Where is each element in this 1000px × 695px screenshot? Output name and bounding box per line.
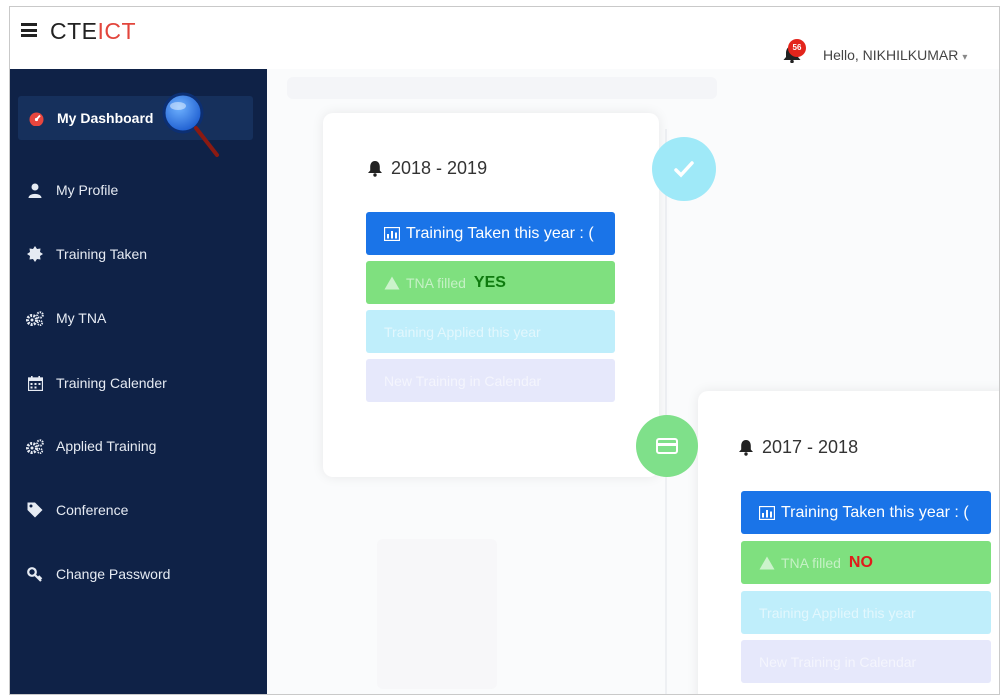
new-training-calendar-label: New Training in Calendar — [384, 372, 542, 389]
faded-background-block — [377, 539, 497, 689]
training-applied-label: Training Applied this year — [384, 323, 541, 340]
notifications-button[interactable]: 56 — [782, 39, 806, 63]
gears-icon — [26, 310, 44, 326]
training-taken-label: Training Taken this year : ( — [781, 503, 969, 521]
warning-icon — [384, 276, 400, 289]
notification-count-badge: 56 — [788, 39, 806, 57]
timeline-line — [665, 129, 667, 694]
sidebar-item-label: Conference — [56, 502, 129, 518]
bell-icon — [739, 440, 753, 456]
training-taken-pill[interactable]: Training Taken this year : ( — [366, 212, 615, 255]
sidebar-item-my-dashboard[interactable]: My Dashboard — [18, 96, 253, 140]
user-greeting: Hello, NIKHILKUMAR — [823, 47, 959, 63]
sidebar-item-conference[interactable]: Conference — [10, 488, 267, 532]
training-applied-pill[interactable]: Training Applied this year — [366, 310, 615, 353]
sidebar-item-label: Training Taken — [56, 246, 148, 262]
top-header: CTEICT 56 Hello, NIKHILKUMAR ▾ — [10, 7, 999, 69]
sidebar-item-label: Applied Training — [56, 438, 157, 454]
bell-icon — [368, 161, 382, 177]
training-taken-label: Training Taken this year : ( — [406, 224, 594, 242]
tna-filled-pill[interactable]: TNA filled YES — [366, 261, 615, 304]
key-icon — [26, 566, 44, 582]
new-training-calendar-pill[interactable]: New Training in Calendar — [366, 359, 615, 402]
tna-filled-pill[interactable]: TNA filled NO — [741, 541, 991, 584]
training-applied-label: Training Applied this year — [759, 604, 916, 621]
card-year: 2017 - 2018 — [738, 437, 858, 458]
sidebar-item-label: Change Password — [56, 566, 171, 582]
sidebar-item-training-taken[interactable]: Training Taken — [10, 232, 267, 276]
sidebar: My Dashboard My Profile Training Taken M… — [10, 69, 267, 694]
user-menu-dropdown[interactable]: Hello, NIKHILKUMAR ▾ — [823, 47, 967, 63]
faded-background-block — [287, 77, 717, 99]
chart-icon — [759, 505, 775, 520]
gears-icon — [26, 438, 44, 454]
main-content: 2018 - 2019 Training Taken this year : (… — [267, 69, 999, 694]
new-training-calendar-pill[interactable]: New Training in Calendar — [741, 640, 991, 683]
app-frame: CTEICT 56 Hello, NIKHILKUMAR ▾ My Dashboa… — [9, 6, 1000, 695]
tna-filled-value: NO — [848, 553, 873, 571]
sidebar-item-applied-training[interactable]: Applied Training — [10, 424, 267, 468]
brand-text-accent: ICT — [97, 18, 137, 44]
brand-logo[interactable]: CTEICT — [50, 18, 136, 45]
warning-icon — [759, 556, 775, 569]
card-year: 2018 - 2019 — [367, 158, 487, 179]
tag-icon — [26, 502, 44, 518]
timeline-card-2018-2019: 2018 - 2019 Training Taken this year : (… — [323, 113, 659, 477]
timeline-marker-card — [636, 415, 698, 477]
sidebar-item-training-calender[interactable]: Training Calender — [10, 361, 267, 405]
sidebar-item-label: My Profile — [56, 182, 119, 198]
sidebar-item-my-profile[interactable]: My Profile — [10, 168, 267, 212]
check-icon — [674, 161, 694, 178]
sidebar-item-label: Training Calender — [56, 375, 167, 391]
new-training-calendar-label: New Training in Calendar — [759, 653, 917, 670]
sidebar-item-label: My Dashboard — [57, 110, 154, 126]
sidebar-item-change-password[interactable]: Change Password — [10, 552, 267, 596]
chevron-down-icon: ▾ — [962, 52, 968, 63]
training-taken-pill[interactable]: Training Taken this year : ( — [741, 491, 991, 534]
certificate-icon — [26, 246, 44, 262]
calendar-icon — [26, 375, 44, 391]
tna-filled-label: TNA filled — [406, 274, 466, 291]
tna-filled-value: YES — [473, 273, 506, 291]
sidebar-item-my-tna[interactable]: My TNA — [10, 296, 267, 340]
timeline-marker-check — [652, 137, 716, 201]
year-label: 2017 - 2018 — [762, 437, 859, 457]
hamburger-menu-icon[interactable] — [21, 23, 37, 37]
sidebar-item-label: My TNA — [56, 310, 107, 326]
credit-card-icon — [656, 438, 678, 454]
brand-text-primary: CTE — [50, 18, 98, 44]
user-icon — [26, 182, 44, 198]
tna-filled-label: TNA filled — [781, 554, 841, 571]
chart-icon — [384, 226, 400, 241]
year-label: 2018 - 2019 — [391, 158, 488, 178]
training-applied-pill[interactable]: Training Applied this year — [741, 591, 991, 634]
dashboard-icon — [27, 110, 45, 126]
timeline-card-2017-2018: 2017 - 2018 Training Taken this year : (… — [698, 391, 999, 694]
